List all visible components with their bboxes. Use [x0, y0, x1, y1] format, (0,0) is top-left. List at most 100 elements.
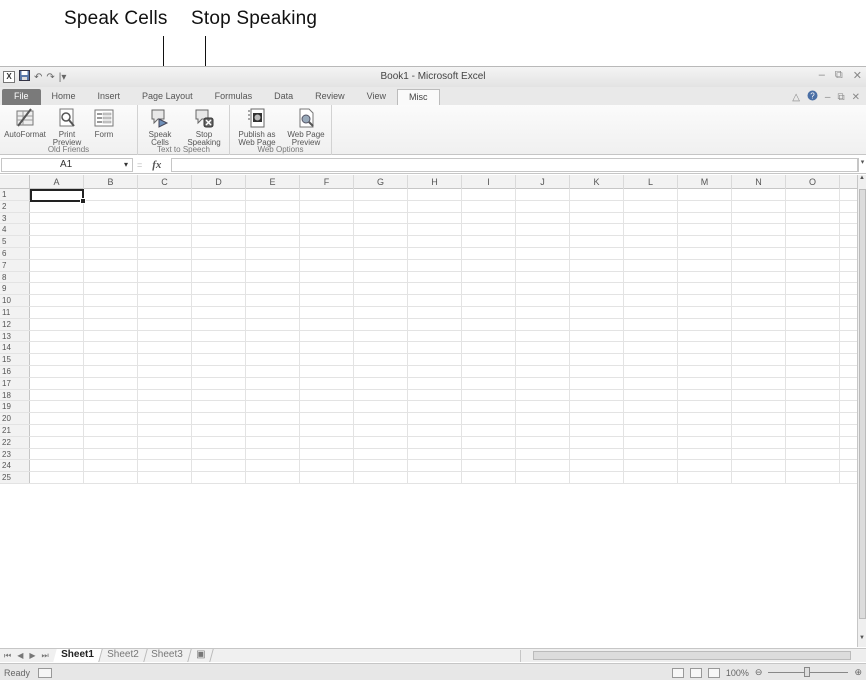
cell[interactable]	[138, 401, 192, 413]
normal-view-icon[interactable]	[671, 667, 684, 678]
cell[interactable]	[624, 259, 678, 271]
cell[interactable]	[138, 413, 192, 424]
cell[interactable]	[354, 448, 408, 460]
cell[interactable]	[516, 283, 570, 295]
cell[interactable]	[462, 283, 516, 295]
cell[interactable]	[408, 436, 462, 448]
cell[interactable]	[408, 189, 462, 200]
cell[interactable]	[462, 389, 516, 401]
cell[interactable]	[462, 424, 516, 436]
tab-misc[interactable]: Misc	[397, 89, 440, 105]
cell[interactable]	[786, 295, 840, 306]
cell[interactable]	[84, 247, 138, 259]
cell[interactable]	[624, 377, 678, 389]
cell[interactable]	[786, 283, 840, 295]
cell[interactable]	[300, 377, 354, 389]
cell[interactable]	[30, 460, 84, 472]
tab-data[interactable]: Data	[263, 89, 304, 105]
cell[interactable]	[192, 448, 246, 460]
cell[interactable]	[408, 389, 462, 401]
cell[interactable]	[30, 377, 84, 389]
next-sheet-icon[interactable]: ▶	[29, 651, 35, 661]
row-header[interactable]: 5	[0, 236, 30, 247]
cell[interactable]	[732, 330, 786, 342]
cell[interactable]	[516, 365, 570, 377]
cell[interactable]	[678, 377, 732, 389]
cell[interactable]	[354, 436, 408, 448]
cell[interactable]	[570, 354, 624, 365]
workbook-minimize-icon[interactable]: –	[825, 92, 831, 103]
sheet-tab-sheet2[interactable]: Sheet2	[98, 649, 147, 662]
cell[interactable]	[516, 271, 570, 283]
cell[interactable]	[624, 271, 678, 283]
cell[interactable]	[84, 342, 138, 354]
zoom-out-icon[interactable]: ⊖	[755, 667, 763, 678]
cell[interactable]	[624, 247, 678, 259]
cell[interactable]	[138, 318, 192, 330]
zoom-slider[interactable]	[768, 667, 849, 677]
cell[interactable]	[570, 365, 624, 377]
cell[interactable]	[516, 306, 570, 318]
cell[interactable]	[570, 436, 624, 448]
macro-record-icon[interactable]	[38, 667, 53, 678]
cell[interactable]	[732, 401, 786, 413]
cell[interactable]	[192, 424, 246, 436]
cell[interactable]	[354, 283, 408, 295]
vertical-scrollbar[interactable]: ▲ ▼	[857, 175, 866, 647]
cell[interactable]	[192, 306, 246, 318]
prev-sheet-icon[interactable]: ◀	[17, 651, 23, 661]
cell[interactable]	[462, 377, 516, 389]
cell[interactable]	[624, 189, 678, 200]
cell[interactable]	[732, 448, 786, 460]
cell[interactable]	[84, 259, 138, 271]
cell[interactable]	[732, 283, 786, 295]
cell[interactable]	[354, 224, 408, 236]
cell[interactable]	[570, 377, 624, 389]
cell[interactable]	[300, 413, 354, 424]
cell[interactable]	[84, 365, 138, 377]
cell[interactable]	[300, 389, 354, 401]
tab-insert[interactable]: Insert	[87, 89, 132, 105]
cell[interactable]	[354, 189, 408, 200]
cell[interactable]	[408, 413, 462, 424]
cell[interactable]	[84, 424, 138, 436]
cell[interactable]	[138, 283, 192, 295]
column-header[interactable]: B	[84, 175, 138, 189]
row-header[interactable]: 21	[0, 424, 30, 436]
cell[interactable]	[246, 330, 300, 342]
cell[interactable]	[732, 306, 786, 318]
cell[interactable]	[138, 200, 192, 212]
cell[interactable]	[84, 295, 138, 306]
cell[interactable]	[678, 365, 732, 377]
cell[interactable]	[678, 295, 732, 306]
cell[interactable]	[678, 330, 732, 342]
cell[interactable]	[624, 389, 678, 401]
cell[interactable]	[138, 354, 192, 365]
cell[interactable]	[30, 295, 84, 306]
cell[interactable]	[732, 460, 786, 472]
insert-function-icon[interactable]: fx	[152, 159, 161, 171]
column-header[interactable]: G	[354, 175, 408, 189]
cell[interactable]	[84, 306, 138, 318]
cell[interactable]	[624, 200, 678, 212]
cell[interactable]	[516, 259, 570, 271]
cell[interactable]	[30, 306, 84, 318]
cell[interactable]	[786, 365, 840, 377]
cell[interactable]	[624, 224, 678, 236]
cell[interactable]	[300, 342, 354, 354]
cell[interactable]	[300, 306, 354, 318]
cell[interactable]	[516, 460, 570, 472]
cell[interactable]	[300, 424, 354, 436]
cell[interactable]	[624, 236, 678, 247]
cell[interactable]	[192, 342, 246, 354]
cell[interactable]	[30, 389, 84, 401]
row-header[interactable]: 20	[0, 413, 30, 424]
cell[interactable]	[246, 212, 300, 224]
cell[interactable]	[192, 436, 246, 448]
cell[interactable]	[786, 342, 840, 354]
row-header[interactable]: 15	[0, 354, 30, 365]
cell[interactable]	[516, 318, 570, 330]
column-header[interactable]: A	[30, 175, 84, 189]
page-break-view-icon[interactable]	[707, 667, 720, 678]
cell[interactable]	[408, 283, 462, 295]
